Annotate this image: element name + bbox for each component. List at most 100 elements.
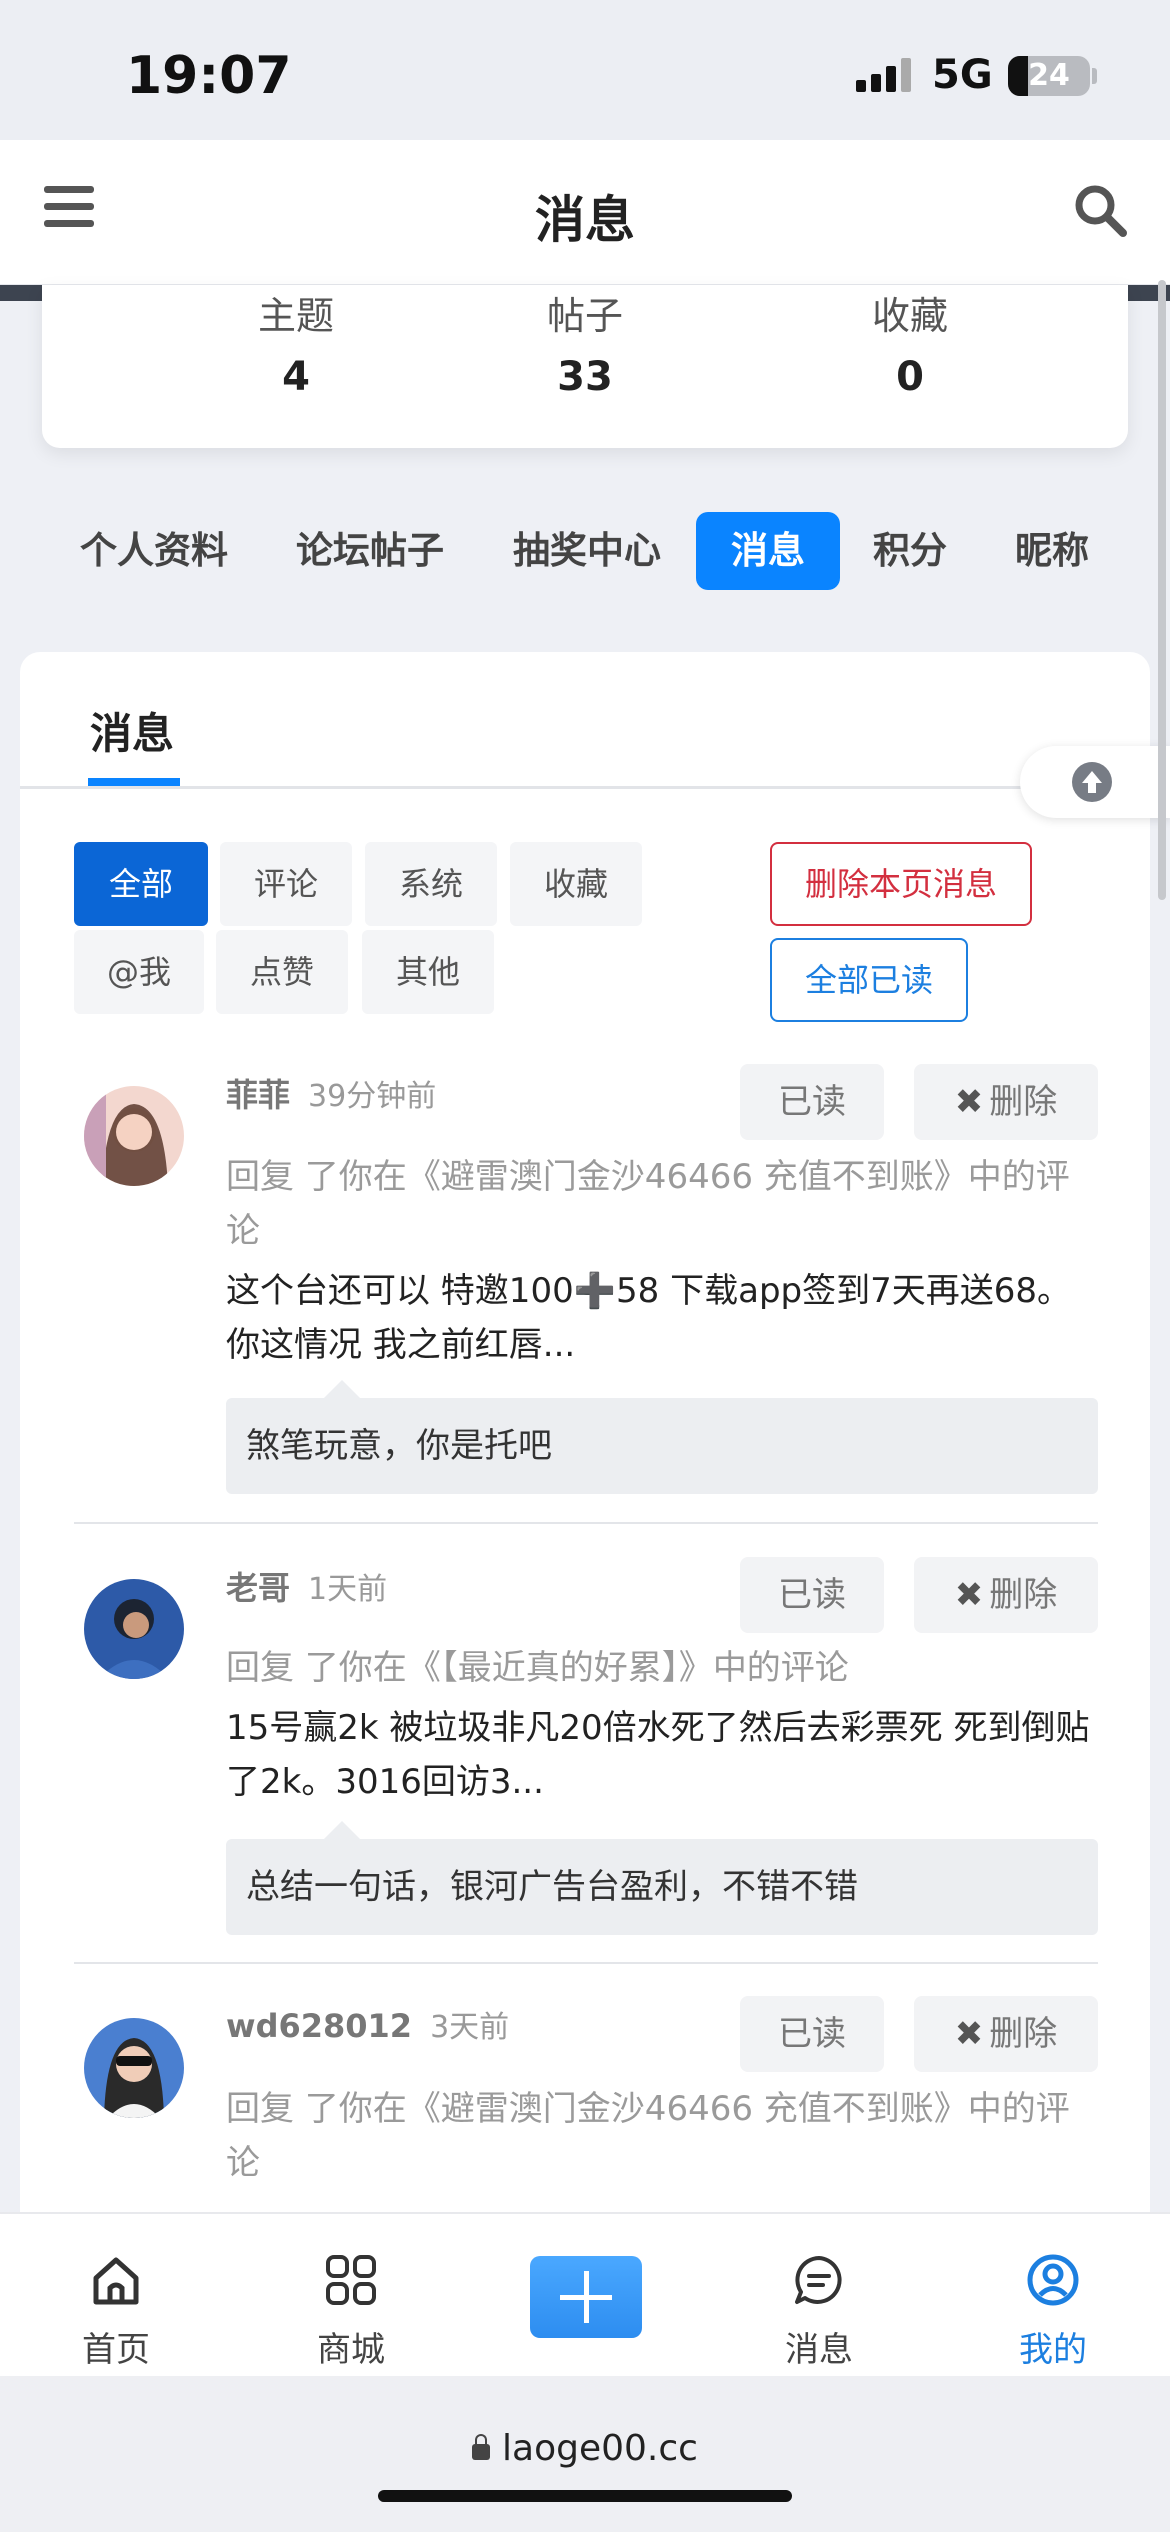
avatar[interactable] <box>84 2018 184 2118</box>
bottom-nav: 首页 商城 消息 我的 <box>0 2212 1170 2376</box>
desc-suffix: 中的评论 <box>712 1648 849 1688</box>
signal-icon <box>856 58 916 92</box>
tab-profile[interactable]: 个人资料 <box>64 512 244 590</box>
avatar[interactable] <box>84 1086 184 1186</box>
tab-forum-posts[interactable]: 论坛帖子 <box>280 512 460 590</box>
home-icon <box>46 2238 186 2322</box>
topic-link[interactable]: 《【最近真的好累】》 <box>407 1648 713 1688</box>
filter-mentions[interactable]: @我 <box>74 930 204 1014</box>
edge-strip <box>0 285 42 301</box>
filter-likes[interactable]: 点赞 <box>216 930 348 1014</box>
stat-topics[interactable]: 主题 4 <box>146 285 446 400</box>
scrollbar[interactable] <box>1158 280 1166 900</box>
close-icon: ✖ <box>954 1082 984 1122</box>
grid-icon <box>281 2238 421 2322</box>
add-post-button[interactable] <box>530 2256 642 2338</box>
divider <box>20 786 1150 789</box>
message-author[interactable]: wd628012 3天前 <box>226 2002 509 2046</box>
quoted-reply: 总结一句话，银河广告台盈利，不错不错 <box>226 1821 1098 1935</box>
divider <box>74 1962 1098 1964</box>
status-bar: 19:07 5G 24 <box>0 0 1170 140</box>
search-icon[interactable] <box>1072 182 1128 238</box>
message-item: 老哥 1天前 已读 ✖ 删除 回复 了你在《【最近真的好累】》中的评论 15号赢2k… <box>74 1557 1098 1943</box>
author-name: 菲菲 <box>226 1076 291 1114</box>
stat-value: 4 <box>282 354 310 400</box>
divider <box>74 1522 1098 1524</box>
network-type: 5G <box>932 52 993 98</box>
nav-home[interactable]: 首页 <box>46 2214 186 2371</box>
browser-url-bar[interactable]: laoge00.cc <box>0 2376 1170 2532</box>
message-time: 1天前 <box>308 1572 388 1607</box>
delete-button[interactable]: ✖ 删除 <box>914 1996 1098 2072</box>
filter-all[interactable]: 全部 <box>74 842 208 926</box>
delete-label: 删除 <box>989 1082 1058 1122</box>
filter-other[interactable]: 其他 <box>362 930 494 1014</box>
message-content: 15号赢2k 被垃圾非凡20倍水死了然后去彩票死 死到倒贴了2k。3016回访3… <box>226 1708 1090 1802</box>
delete-button[interactable]: ✖ 删除 <box>914 1064 1098 1140</box>
avatar[interactable] <box>84 1579 184 1679</box>
close-icon: ✖ <box>954 2014 984 2054</box>
lock-icon <box>472 2434 491 2460</box>
topic-link[interactable]: 《避雷澳门金沙46466 充值不到账》 <box>407 2089 968 2129</box>
battery-level: 24 <box>1028 58 1070 93</box>
quoted-reply: 煞笔玩意，你是托吧 <box>226 1380 1098 1494</box>
battery-icon: 24 <box>1008 56 1090 96</box>
back-to-top-button[interactable] <box>1020 746 1170 818</box>
filter-system[interactable]: 系统 <box>365 842 497 926</box>
user-circle-icon <box>983 2238 1123 2322</box>
mark-read-button[interactable]: 已读 <box>740 1064 884 1140</box>
delete-label: 删除 <box>989 2014 1058 2054</box>
stat-posts[interactable]: 帖子 33 <box>435 285 735 400</box>
stat-label: 收藏 <box>871 294 948 338</box>
nav-shop[interactable]: 商城 <box>281 2214 421 2371</box>
message-item: 菲菲 39分钟前 已读 ✖ 删除 回复 了你在《避雷澳门金沙46466 充值不到账》… <box>74 1064 1098 1494</box>
profile-tabs: 个人资料 论坛帖子 抽奖中心 消息 积分 昵称 <box>0 512 1170 592</box>
stat-label: 帖子 <box>546 294 623 338</box>
delete-page-messages-button[interactable]: 删除本页消息 <box>770 842 1032 926</box>
message-item: wd628012 3天前 已读 ✖ 删除 回复 了你在《避雷澳门金沙46466 充值… <box>74 1996 1098 2212</box>
nav-label: 消息 <box>785 2330 853 2370</box>
mark-all-read-button[interactable]: 全部已读 <box>770 938 968 1022</box>
message-author[interactable]: 菲菲 39分钟前 <box>226 1070 436 1116</box>
status-time: 19:07 <box>126 46 292 106</box>
stat-label: 主题 <box>257 294 334 338</box>
url-text: laoge00.cc <box>502 2428 698 2469</box>
mark-read-button[interactable]: 已读 <box>740 1557 884 1633</box>
desc-prefix: 回复 了你在 <box>226 1157 407 1197</box>
message-time: 3天前 <box>430 2010 510 2045</box>
nav-label: 商城 <box>317 2330 385 2370</box>
panel-tab-messages[interactable]: 消息 <box>90 700 174 761</box>
tab-nickname[interactable]: 昵称 <box>1000 512 1104 590</box>
close-icon: ✖ <box>954 1575 984 1615</box>
delete-label: 删除 <box>989 1575 1058 1615</box>
page-title: 消息 <box>535 191 635 249</box>
message-author[interactable]: 老哥 1天前 <box>226 1563 387 1609</box>
nav-profile[interactable]: 我的 <box>983 2214 1123 2371</box>
filter-favorites[interactable]: 收藏 <box>510 842 642 926</box>
mark-read-button[interactable]: 已读 <box>740 1996 884 2072</box>
message-description: 回复 了你在《【最近真的好累】》中的评论 <box>226 1641 1098 1695</box>
message-description: 回复 了你在《避雷澳门金沙46466 充值不到账》中的评论 <box>226 2082 1098 2190</box>
home-indicator[interactable] <box>378 2490 792 2502</box>
app-header: 消息 <box>0 140 1170 285</box>
url-display[interactable]: laoge00.cc <box>0 2428 1170 2469</box>
tab-points[interactable]: 积分 <box>860 512 960 590</box>
stat-favorites[interactable]: 收藏 0 <box>760 285 1060 400</box>
stat-value: 0 <box>896 354 924 400</box>
delete-button[interactable]: ✖ 删除 <box>914 1557 1098 1633</box>
stat-value: 33 <box>557 354 613 400</box>
topic-link[interactable]: 《避雷澳门金沙46466 充值不到账》 <box>407 1157 968 1197</box>
message-time: 39分钟前 <box>308 1079 437 1114</box>
nav-messages[interactable]: 消息 <box>749 2214 889 2371</box>
tab-lottery[interactable]: 抽奖中心 <box>497 512 677 590</box>
desc-prefix: 回复 了你在 <box>226 1648 407 1688</box>
message-description: 回复 了你在《避雷澳门金沙46466 充值不到账》中的评论 <box>226 1150 1098 1258</box>
author-name: 老哥 <box>226 1569 291 1607</box>
tab-messages[interactable]: 消息 <box>696 512 840 590</box>
filter-comments[interactable]: 评论 <box>220 842 352 926</box>
nav-label: 我的 <box>1019 2330 1087 2370</box>
author-name: wd628012 <box>226 2007 413 2045</box>
stats-card: 主题 4 帖子 33 收藏 0 <box>42 285 1128 448</box>
message-content: 这个台还可以 特邀100➕58 下载app签到7天再送68。你这情况 我之前红唇… <box>226 1271 1072 1365</box>
chat-icon <box>749 2238 889 2322</box>
